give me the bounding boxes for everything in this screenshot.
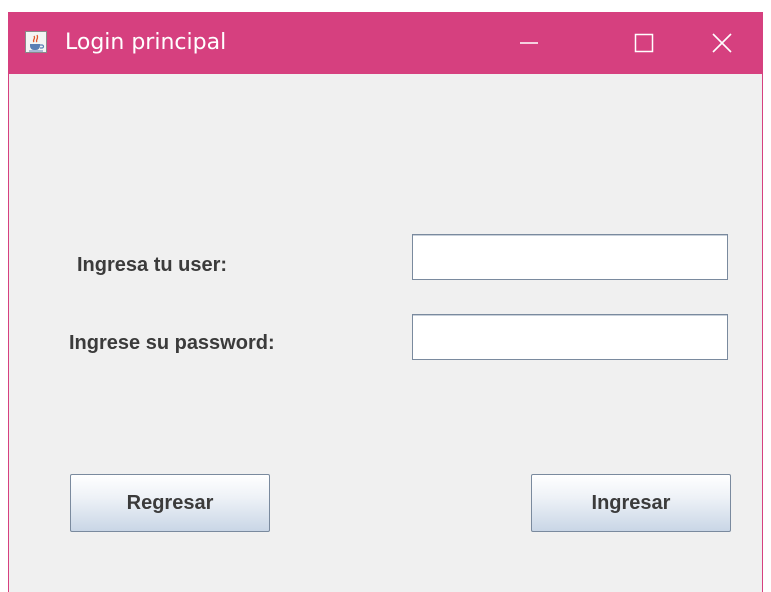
minimize-button[interactable] <box>490 12 568 74</box>
password-input[interactable] <box>412 314 728 360</box>
user-input[interactable] <box>412 234 728 280</box>
form-panel: Ingresa tu user: Ingrese su password: Re… <box>9 74 762 592</box>
maximize-icon <box>634 33 654 53</box>
minimize-icon <box>520 42 538 44</box>
user-label: Ingresa tu user: <box>77 254 228 276</box>
close-button[interactable] <box>683 12 761 74</box>
java-cup-icon <box>25 31 47 53</box>
password-label: Ingrese su password: <box>69 332 275 354</box>
login-button[interactable]: Ingresar <box>531 474 731 532</box>
close-icon <box>712 33 732 53</box>
title-bar[interactable]: Login principal <box>9 12 762 74</box>
window-title: Login principal <box>65 30 227 55</box>
maximize-button[interactable] <box>605 12 683 74</box>
login-window: Login principal Ingresa tu user: Ingrese… <box>8 12 763 592</box>
back-button[interactable]: Regresar <box>70 474 270 532</box>
